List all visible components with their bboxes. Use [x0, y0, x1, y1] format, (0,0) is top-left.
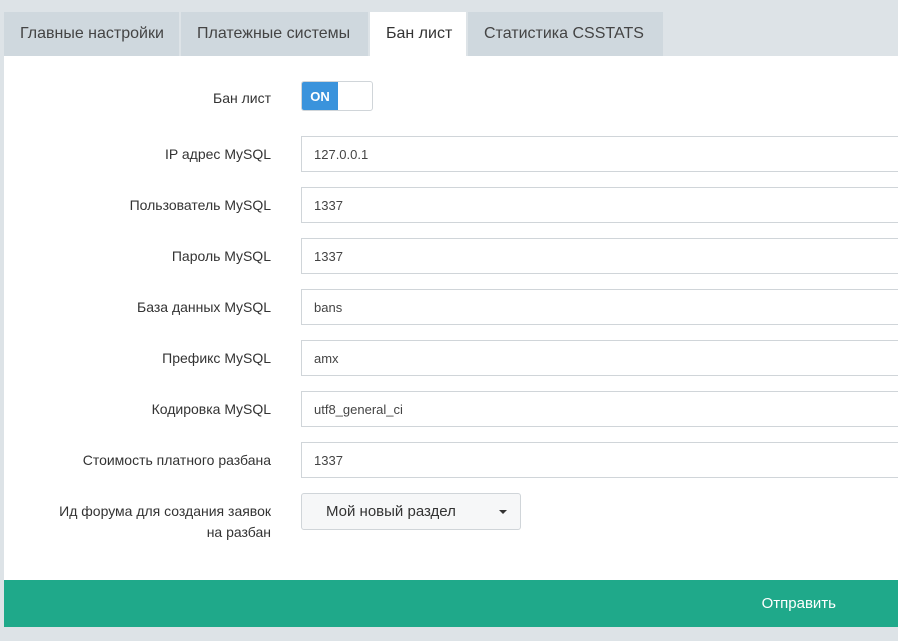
price-label: Стоимость платного разбана — [82, 452, 271, 468]
database-input[interactable] — [301, 289, 898, 325]
caret-down-icon — [499, 510, 507, 514]
ip-label: IP адрес MySQL — [165, 146, 271, 162]
forum-label-line2: на разбан — [206, 524, 271, 540]
forum-label: Ид форума для создания заявок на разбан — [59, 501, 271, 543]
database-label: База данных MySQL — [137, 299, 271, 315]
tab-bar: Главные настройки Платежные системы Бан … — [4, 12, 665, 56]
settings-panel: Бан лист ON IP адрес MySQL Пользователь … — [4, 56, 898, 580]
forum-select-value: Мой новый раздел — [326, 503, 456, 520]
encoding-label: Кодировка MySQL — [151, 401, 271, 417]
price-input[interactable] — [301, 442, 898, 478]
submit-button[interactable]: Отправить — [4, 580, 898, 627]
tab-payment-systems[interactable]: Платежные системы — [181, 12, 368, 56]
user-input[interactable] — [301, 187, 898, 223]
user-label: Пользователь MySQL — [129, 197, 271, 213]
forum-select[interactable]: Мой новый раздел — [301, 493, 521, 530]
tab-csstats[interactable]: Статистика CSSTATS — [468, 12, 663, 56]
password-label: Пароль MySQL — [171, 248, 271, 264]
banlist-toggle[interactable]: ON — [301, 81, 373, 111]
encoding-input[interactable] — [301, 391, 898, 427]
prefix-label: Префикс MySQL — [162, 350, 271, 366]
banlist-label: Бан лист — [213, 90, 271, 106]
password-input[interactable] — [301, 238, 898, 274]
tab-main-settings[interactable]: Главные настройки — [4, 12, 179, 56]
ip-input[interactable] — [301, 136, 898, 172]
forum-label-line1: Ид форума для создания заявок — [59, 503, 271, 519]
tab-ban-list[interactable]: Бан лист — [370, 12, 466, 56]
prefix-input[interactable] — [301, 340, 898, 376]
toggle-on-label: ON — [302, 82, 338, 110]
